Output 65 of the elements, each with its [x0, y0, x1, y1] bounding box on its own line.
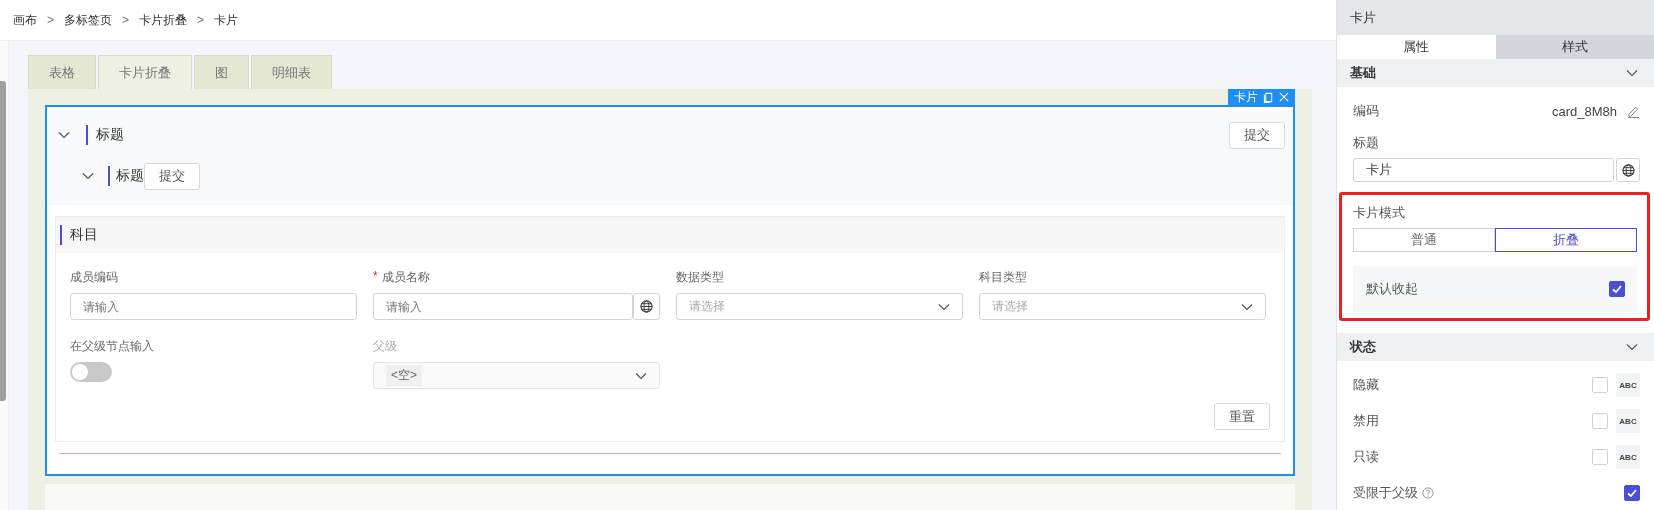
- section-title: 状态: [1350, 338, 1376, 356]
- breadcrumb-item[interactable]: 画布: [13, 11, 37, 29]
- submit-button[interactable]: 提交: [1229, 121, 1285, 149]
- property-label: 受限于父级: [1353, 484, 1434, 502]
- card-title: 标题: [116, 167, 144, 185]
- property-label: 隐藏: [1353, 376, 1379, 394]
- breadcrumb-separator: >: [197, 13, 205, 27]
- breadcrumb-item[interactable]: 多标签页: [64, 11, 112, 29]
- tab[interactable]: 卡片折叠: [98, 55, 192, 89]
- property-label: 卡片模式: [1353, 205, 1406, 222]
- tab[interactable]: 图: [194, 55, 249, 89]
- language-button[interactable]: [633, 293, 660, 320]
- chevron-icon[interactable]: [1626, 341, 1638, 353]
- section-header[interactable]: 基础: [1337, 59, 1654, 87]
- section-header[interactable]: 状态: [1337, 333, 1654, 361]
- breadcrumb-item[interactable]: 卡片折叠: [139, 11, 188, 29]
- field-label: 父级: [373, 338, 397, 355]
- expression-button[interactable]: ABC: [1616, 409, 1640, 433]
- segment-option[interactable]: 折叠: [1495, 228, 1637, 252]
- section-title: 科目: [70, 226, 98, 244]
- field-label: 数据类型: [676, 269, 724, 286]
- panel-title: 卡片: [1337, 0, 1654, 35]
- tab[interactable]: 表格: [28, 55, 96, 89]
- input-field[interactable]: 卡片: [1353, 158, 1614, 182]
- property-label: 只读: [1353, 448, 1379, 466]
- checkbox[interactable]: [1609, 281, 1625, 297]
- input-field[interactable]: 请输入: [70, 293, 357, 320]
- breadcrumb-separator: >: [122, 13, 130, 27]
- field-label: 科目类型: [979, 269, 1027, 286]
- chevron-icon[interactable]: [1626, 67, 1638, 79]
- property-label: 编码: [1353, 102, 1379, 120]
- reset-button[interactable]: 重置: [1214, 403, 1270, 430]
- pencil-icon[interactable]: [1627, 104, 1640, 118]
- breadcrumb-separator: >: [47, 13, 54, 27]
- field-label: 在父级节点输入: [70, 338, 154, 355]
- toggle-switch[interactable]: [70, 362, 112, 382]
- help-icon[interactable]: [1422, 487, 1434, 500]
- tab[interactable]: 明细表: [251, 55, 332, 89]
- property-label: 标题: [1353, 135, 1380, 152]
- language-button[interactable]: [1616, 158, 1640, 182]
- expression-button[interactable]: ABC: [1616, 445, 1640, 469]
- component-name: 卡片: [1234, 88, 1258, 106]
- tab[interactable]: 样式: [1495, 35, 1654, 59]
- field-label: 成员名称: [381, 269, 430, 286]
- expression-button[interactable]: ABC: [1616, 373, 1640, 397]
- copy-icon[interactable]: [1263, 91, 1274, 103]
- section-title: 基础: [1350, 64, 1376, 82]
- card-title: 标题: [96, 126, 124, 144]
- submit-button[interactable]: 提交: [144, 162, 200, 190]
- tab[interactable]: 属性: [1337, 35, 1496, 59]
- property-value: card_8M8h: [1551, 103, 1617, 119]
- chevron-icon[interactable]: [58, 129, 70, 141]
- scrollbar[interactable]: [0, 81, 6, 401]
- checkbox[interactable]: [1624, 485, 1640, 501]
- close-icon[interactable]: [1279, 92, 1289, 102]
- globe-icon: [1621, 163, 1635, 177]
- breadcrumb-item[interactable]: 卡片: [214, 11, 239, 29]
- required-mark: *: [373, 269, 378, 285]
- segment-option[interactable]: 普通: [1353, 228, 1495, 252]
- chevron-icon[interactable]: [82, 170, 94, 182]
- property-label: 禁用: [1353, 412, 1379, 430]
- field-label: 成员编码: [70, 269, 118, 286]
- input-field[interactable]: 请输入: [373, 293, 633, 320]
- property-label: 默认收起: [1366, 280, 1418, 298]
- globe-icon: [640, 300, 653, 313]
